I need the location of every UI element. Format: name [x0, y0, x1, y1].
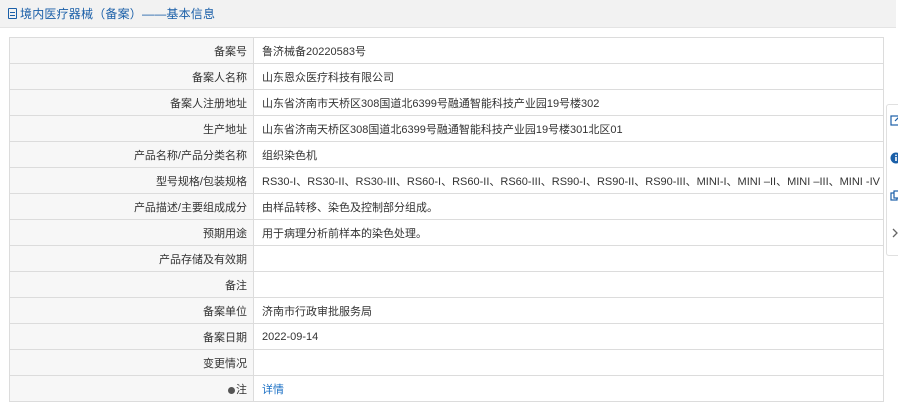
row-value: 2022-09-14	[253, 323, 884, 350]
row-label: 产品存储及有效期	[9, 245, 254, 272]
table-row: 生产地址 山东省济南天桥区308国道北6399号融通智能科技产业园19号楼301…	[9, 115, 884, 142]
row-value: RS30-I、RS30-II、RS30-III、RS60-I、RS60-II、R…	[253, 167, 884, 194]
note-label-cell: 注	[9, 375, 254, 402]
row-value	[253, 349, 884, 376]
basic-info-table: 备案号 鲁济械备20220583号 备案人名称 山东恩众医疗科技有限公司 备案人…	[9, 37, 884, 402]
table-row: 预期用途 用于病理分析前样本的染色处理。	[9, 219, 884, 246]
info-button[interactable]	[890, 151, 898, 165]
row-value: 用于病理分析前样本的染色处理。	[253, 219, 884, 246]
row-value: 山东省济南市天桥区308国道北6399号融通智能科技产业园19号楼302	[253, 89, 884, 116]
note-row: 注 详情	[9, 375, 884, 402]
row-label: 产品描述/主要组成成分	[9, 193, 254, 220]
table-row: 备案号 鲁济械备20220583号	[9, 37, 884, 64]
pin-icon	[228, 386, 235, 394]
table-row: 备案日期 2022-09-14	[9, 323, 884, 350]
row-label: 生产地址	[9, 115, 254, 142]
row-label: 备案人注册地址	[9, 89, 254, 116]
row-label: 备案日期	[9, 323, 254, 350]
note-value-cell: 详情	[253, 375, 884, 402]
row-label: 变更情况	[9, 349, 254, 376]
table-row: 备案单位 济南市行政审批服务局	[9, 297, 884, 324]
table-row: 产品描述/主要组成成分 由样品转移、染色及控制部分组成。	[9, 193, 884, 220]
note-label: 注	[236, 383, 247, 396]
copy-icon	[890, 190, 898, 201]
row-value: 山东恩众医疗科技有限公司	[253, 63, 884, 90]
collapse-button[interactable]	[890, 226, 898, 240]
edit-button[interactable]	[890, 113, 898, 127]
row-label: 备案单位	[9, 297, 254, 324]
details-link[interactable]: 详情	[262, 384, 284, 396]
row-value: 山东省济南天桥区308国道北6399号融通智能科技产业园19号楼301北区01	[253, 115, 884, 142]
row-label: 预期用途	[9, 219, 254, 246]
row-label: 备案人名称	[9, 63, 254, 90]
row-label: 产品名称/产品分类名称	[9, 141, 254, 168]
row-value: 济南市行政审批服务局	[253, 297, 884, 324]
row-label: 备注	[9, 271, 254, 298]
document-icon	[8, 8, 17, 19]
row-label: 备案号	[9, 37, 254, 64]
table-row: 备案人注册地址 山东省济南市天桥区308国道北6399号融通智能科技产业园19号…	[9, 89, 884, 116]
page-title: 境内医疗器械（备案）——基本信息	[20, 7, 216, 21]
table-row: 备注	[9, 271, 884, 298]
row-value: 由样品转移、染色及控制部分组成。	[253, 193, 884, 220]
side-toolbar	[886, 104, 898, 256]
edit-icon	[890, 115, 898, 126]
row-value: 组织染色机	[253, 141, 884, 168]
row-value	[253, 271, 884, 298]
collapse-arrow-icon	[892, 228, 898, 238]
table-row: 备案人名称 山东恩众医疗科技有限公司	[9, 63, 884, 90]
row-label: 型号规格/包装规格	[9, 167, 254, 194]
copy-button[interactable]	[890, 189, 898, 203]
row-value	[253, 245, 884, 272]
table-row: 变更情况	[9, 349, 884, 376]
table-row: 产品存储及有效期	[9, 245, 884, 272]
page-header: 境内医疗器械（备案）——基本信息	[0, 0, 896, 28]
table-row: 型号规格/包装规格 RS30-I、RS30-II、RS30-III、RS60-I…	[9, 167, 884, 194]
table-row: 产品名称/产品分类名称 组织染色机	[9, 141, 884, 168]
info-icon	[890, 152, 898, 164]
row-value: 鲁济械备20220583号	[253, 37, 884, 64]
page: 境内医疗器械（备案）——基本信息 备案号 鲁济械备20220583号 备案人名称…	[0, 0, 898, 405]
